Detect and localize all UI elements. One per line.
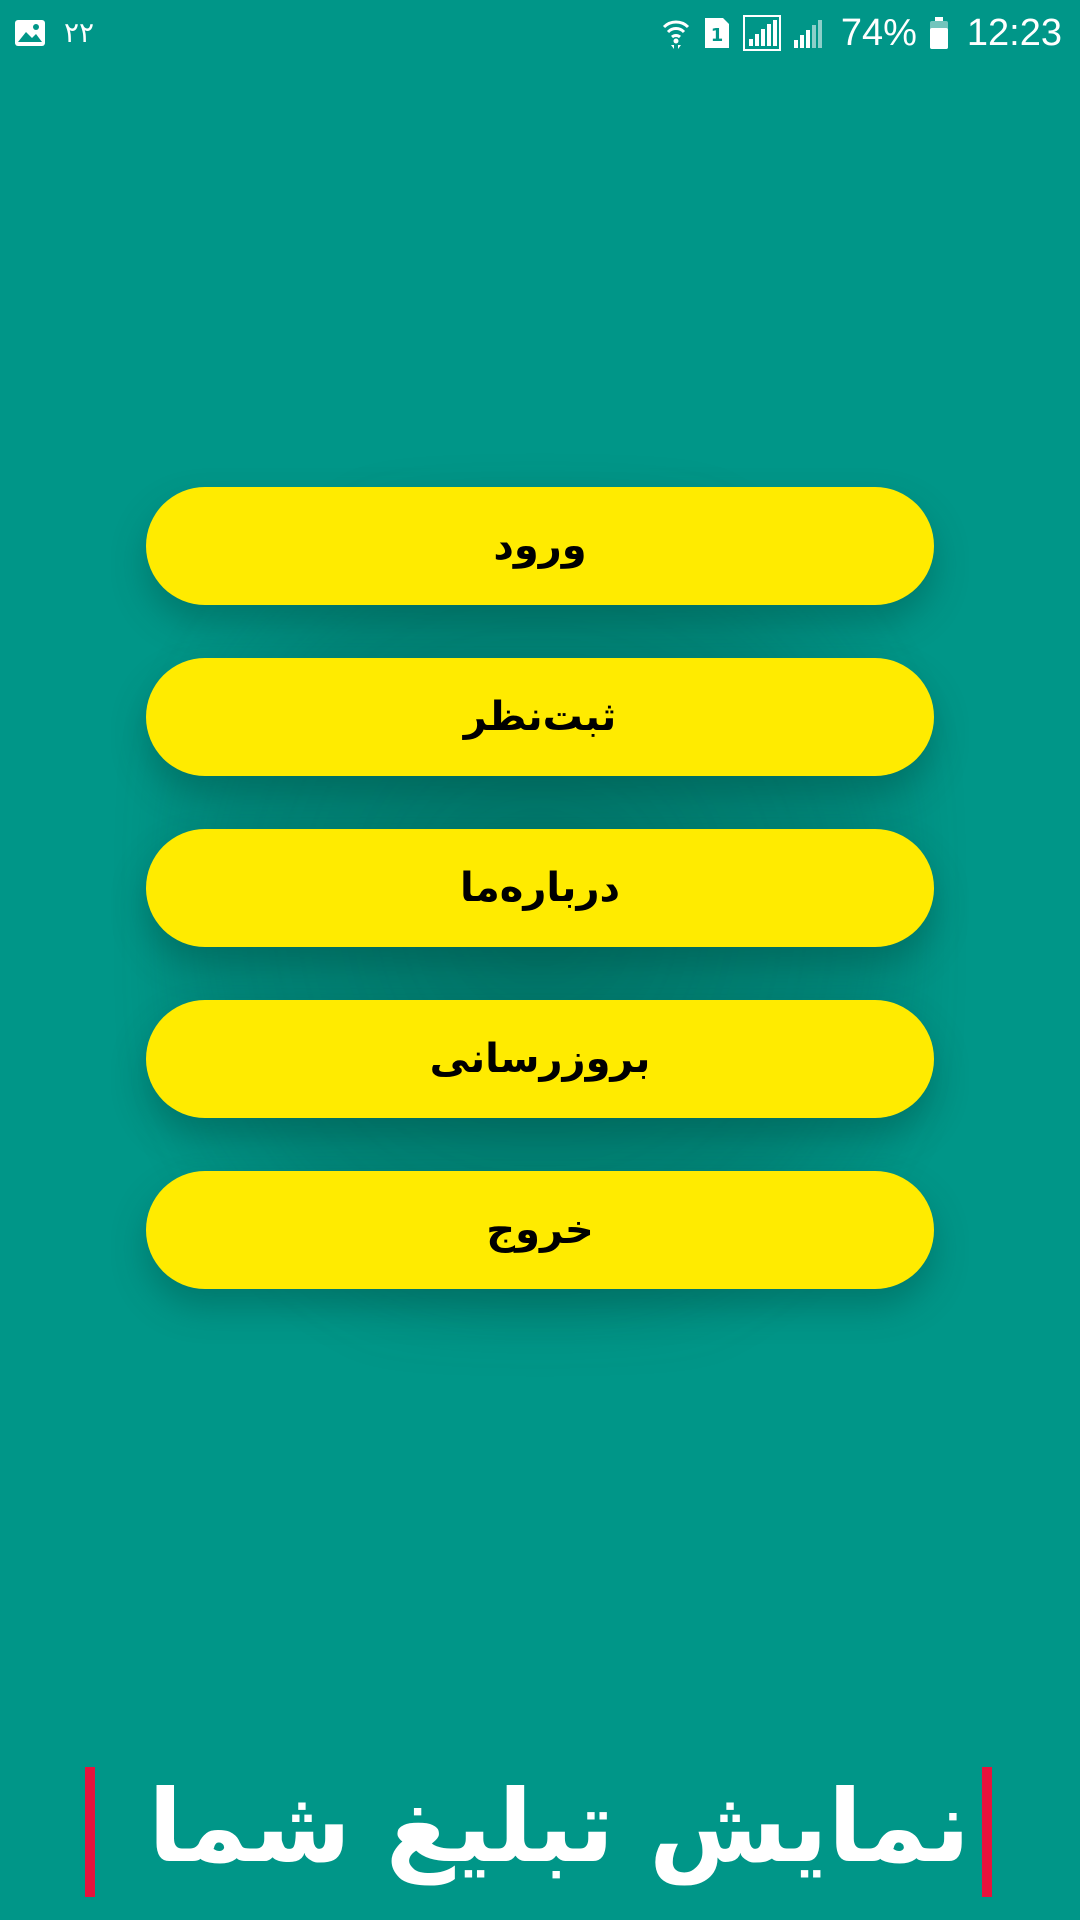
main-menu: ورود ثبت‌نظر درباره‌ما بروزرسانی خروج — [146, 487, 934, 1289]
clock: 12:23 — [966, 12, 1062, 54]
ad-text: نمایش تبلیغ شما !! — [110, 1768, 970, 1885]
signal-icon — [742, 15, 781, 51]
signal-icon-2 — [793, 16, 825, 50]
svg-text:1: 1 — [711, 25, 724, 46]
about-us-button[interactable]: درباره‌ما — [146, 829, 934, 947]
wifi-icon — [661, 15, 691, 51]
status-bar: ۲۲ 1 74% 12:23 — [0, 0, 1080, 66]
login-button[interactable]: ورود — [146, 487, 934, 605]
submit-feedback-button[interactable]: ثبت‌نظر — [146, 658, 934, 776]
battery-icon — [929, 16, 949, 50]
notification-count: ۲۲ — [64, 16, 95, 49]
exit-button[interactable]: خروج — [146, 1171, 934, 1289]
update-button[interactable]: بروزرسانی — [146, 1000, 934, 1118]
gallery-icon — [14, 19, 46, 47]
status-bar-left: ۲۲ — [14, 12, 94, 54]
battery-percent: 74% — [840, 12, 917, 54]
ad-accent-bar-right — [982, 1767, 992, 1897]
ad-accent-bar-left — [85, 1767, 95, 1897]
sim-icon: 1 — [703, 16, 731, 50]
ad-banner[interactable]: نمایش تبلیغ شما !! — [0, 1752, 1080, 1902]
status-bar-right: 1 74% 12:23 — [661, 10, 1062, 56]
